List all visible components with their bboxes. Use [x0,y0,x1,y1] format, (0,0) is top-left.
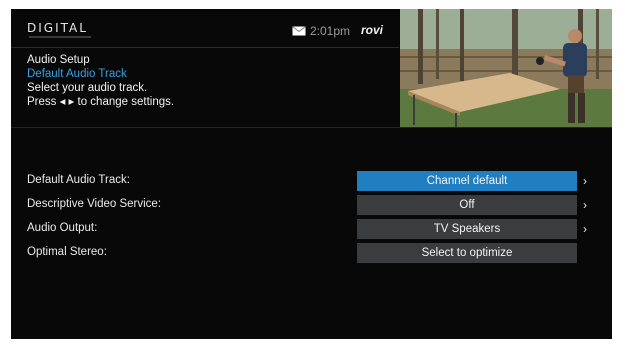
setting-value-button[interactable]: Off [357,195,577,215]
page-title: Audio Setup [27,54,90,66]
chevron-right-icon[interactable]: › [583,198,587,212]
setting-label: Descriptive Video Service: [27,198,162,210]
setting-row-descriptive-video[interactable]: Descriptive Video Service: Off › [11,195,612,215]
chevron-right-icon[interactable]: › [583,222,587,236]
setting-row-default-audio-track[interactable]: Default Audio Track: Channel default › [11,171,612,191]
setting-label: Audio Output: [27,222,98,234]
instruction-text: Select your audio track. [27,82,148,94]
setting-row-audio-output[interactable]: Audio Output: TV Speakers › [11,219,612,239]
video-thumbnail [400,9,612,127]
envelope-icon [292,26,306,36]
hint-text: Press ◂ ▸ to change settings. [27,96,175,108]
live-tv-preview [400,9,612,127]
optimize-button[interactable]: Select to optimize [357,243,577,263]
tv-screen: DIGITAL 2:01pm rovi Audio Setup Default … [11,9,612,339]
page-subtitle: Default Audio Track [27,68,127,80]
header-divider [11,127,612,128]
setting-label: Optimal Stereo: [27,246,107,258]
setting-value-button[interactable]: TV Speakers [357,219,577,239]
brand-logo: DIGITAL [27,21,88,35]
setting-label: Default Audio Track: [27,174,130,186]
setting-value-button[interactable]: Channel default [357,171,577,191]
header-bar: DIGITAL 2:01pm rovi [11,9,399,48]
logo-underline [29,36,91,38]
rovi-logo: rovi [361,23,384,37]
setting-row-optimal-stereo[interactable]: Optimal Stereo: Select to optimize [11,243,612,263]
clock-time: 2:01pm [310,24,351,38]
chevron-right-icon[interactable]: › [583,174,587,188]
info-panel: Audio Setup Default Audio Track Select y… [27,53,174,109]
